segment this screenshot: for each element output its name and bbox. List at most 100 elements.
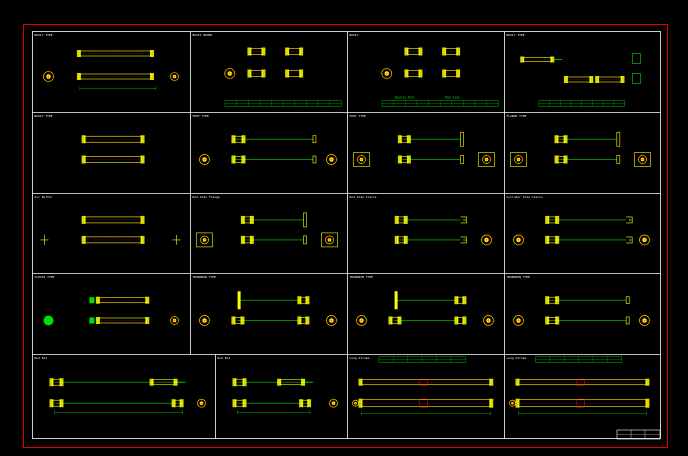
cylinder-cap-right <box>462 296 467 305</box>
cylinder-cap-right <box>456 69 461 78</box>
cylinder-cap-right <box>301 378 306 386</box>
cell-title: Rod End <box>218 356 231 360</box>
cylinder-cap-left <box>231 316 236 325</box>
cylinder-cap-right <box>397 316 402 325</box>
cylinder-cap-right <box>563 135 568 144</box>
cylinder-cap-left <box>297 316 302 325</box>
cylinder-cap-left <box>95 316 100 324</box>
cylinder-cap-left <box>520 56 525 63</box>
cylinder-cap-right <box>140 155 145 164</box>
cylinder-cap-right <box>550 56 555 63</box>
cylinder-cap-left <box>563 76 568 83</box>
cylinder-cap-right <box>418 69 423 78</box>
cell-title: TRUNNION TYPE <box>507 275 531 279</box>
cylinder-cap-left <box>358 378 363 386</box>
cylinder-cap-left <box>515 378 520 386</box>
cell-title: Long Stroke <box>507 356 527 360</box>
cylinder-cap-left <box>231 135 236 144</box>
cylinder-cap-right <box>173 378 178 386</box>
cylinder-cap-left <box>454 316 459 325</box>
cylinder-cap-left <box>81 135 86 144</box>
cylinder-cap-left <box>595 76 600 83</box>
cylinder-cap-left <box>545 235 550 244</box>
cylinder-cap-right <box>150 50 154 57</box>
cell-title: FOOT TYPE <box>193 114 209 118</box>
cylinder-cap-left <box>545 296 550 305</box>
cylinder-cap-right <box>242 378 247 387</box>
cylinder-cap-left <box>394 235 399 244</box>
cylinder-cap-left <box>554 155 559 164</box>
cell-title: Rod Side Clevis <box>350 195 377 199</box>
cylinder-cap-right <box>645 378 650 386</box>
cylinder-cap-right <box>563 155 568 164</box>
cylinder-cap-right <box>555 235 560 244</box>
cylinder-cap-right <box>489 398 494 408</box>
cylinder-cap-right <box>418 47 423 56</box>
cylinder-cap-right <box>456 47 461 56</box>
cell-title: Rod Side Flange <box>193 195 220 199</box>
cell-title: Cylinder Side Clevis <box>507 195 543 199</box>
cylinder-cap-right <box>305 296 310 305</box>
cylinder-cap-right <box>242 399 247 408</box>
clevis-block <box>89 317 95 324</box>
cylinder-cap-left <box>285 47 290 56</box>
cylinder-cap-right <box>249 215 254 224</box>
cylinder-cap-right <box>145 316 150 324</box>
cell-title: BASIC TYPE <box>35 114 53 118</box>
cylinder-cap-left <box>95 296 100 304</box>
cad-drawing-sheet: BASIC TYPE BASIC MOUNT BASIC Double Rod Rod … <box>0 0 688 456</box>
cell-title: Air Buffer <box>35 195 53 199</box>
cylinder-cap-left <box>149 378 154 386</box>
cylinder-cap-right <box>645 398 650 408</box>
cylinder-cap-right <box>489 378 494 386</box>
cylinder-cap-right <box>140 135 145 144</box>
clevis-block <box>89 297 95 304</box>
cylinder-cap-right <box>406 135 411 144</box>
cylinder-cap-right <box>59 378 64 387</box>
cylinder-cap-left <box>232 378 237 387</box>
cylinder-cap-right <box>261 47 266 56</box>
cell-title: BASIC <box>350 33 359 37</box>
trunnion-plate <box>237 291 241 310</box>
cylinder-cap-right <box>140 235 145 244</box>
cell-title: Rod End <box>35 356 48 360</box>
cylinder-cap-right <box>406 155 411 164</box>
cylinder-cap-left <box>442 47 447 56</box>
cylinder-cap-left <box>454 296 459 305</box>
cylinder-cap-left <box>297 296 302 305</box>
cylinder-cap-left <box>49 378 54 387</box>
cell-title: BASIC TYPE <box>35 33 53 37</box>
cylinder-cap-left <box>442 69 447 78</box>
cell-title: FLANGE TYPE <box>507 114 527 118</box>
trunnion-plate <box>394 291 398 310</box>
cylinder-cap-right <box>261 69 266 78</box>
cell-title: TRUNNION TYPE <box>193 275 217 279</box>
cylinder-cap-left <box>397 155 402 164</box>
cylinder-cap-left <box>49 399 54 408</box>
cylinder-cap-right <box>305 316 310 325</box>
cylinder-cap-right <box>299 69 304 78</box>
background <box>0 0 688 456</box>
cylinder-cap-right <box>59 399 64 408</box>
cylinder-cap-left <box>554 135 559 144</box>
cell-title: TRUNNION TYPE <box>350 275 374 279</box>
cylinder-cap-right <box>555 296 560 305</box>
cylinder-cap-left <box>277 378 282 386</box>
cylinder-cap-right <box>150 73 154 80</box>
cylinder-cap-left <box>240 215 245 224</box>
cylinder-cap-left <box>388 316 393 325</box>
cylinder-cap-left <box>81 155 86 164</box>
cylinder-cap-left <box>81 235 86 244</box>
cylinder-cap-left <box>285 69 290 78</box>
cylinder-cap-right <box>241 155 246 164</box>
view-label: Double Rod <box>395 96 414 100</box>
cylinder-cap-left <box>232 399 237 408</box>
cylinder-cap-right <box>403 215 408 224</box>
cell-title: CLEVIS TYPE <box>35 275 55 279</box>
cylinder-cap-left <box>404 69 409 78</box>
cylinder-cap-left <box>76 50 81 57</box>
end-view-solid <box>43 315 54 326</box>
cylinder-cap-right <box>403 235 408 244</box>
cylinder-cap-right <box>140 215 145 224</box>
cylinder-cap-right <box>249 235 254 244</box>
